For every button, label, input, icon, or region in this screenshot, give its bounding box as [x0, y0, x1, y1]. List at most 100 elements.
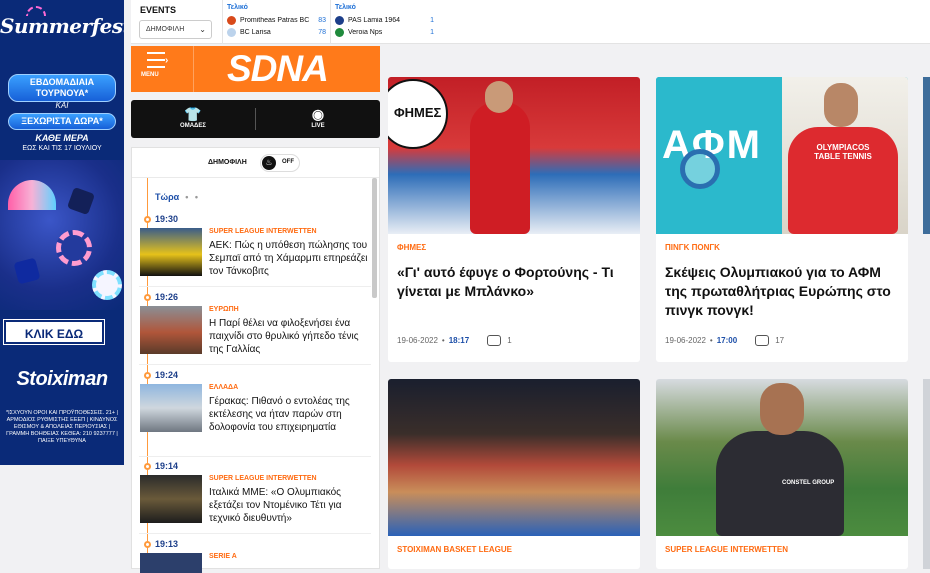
timeline-dot	[144, 294, 151, 301]
feed-item-headline: Ιταλικά ΜΜΕ: «Ο Ολυμπιακός εξετάζει τον …	[209, 487, 342, 524]
live-label: LIVE	[311, 123, 325, 129]
next-card-edge	[923, 77, 930, 234]
casino-chip-icon	[92, 270, 122, 300]
article-date: 19-06-2022	[397, 336, 438, 345]
feed-item-headline: Η Παρί θέλει να φιλοξενήσει ένα παιχνίδι…	[209, 318, 359, 355]
feed-item-category: ΕΥΡΩΠΗ	[209, 306, 239, 313]
away-team: BC Larisa	[240, 28, 271, 36]
comment-count: 1	[507, 336, 512, 345]
article-image: ΑΦΜ OLYMPIACOS TABLE TENNIS	[656, 77, 908, 234]
rumors-stamp: ΦΗΜΕΣ	[388, 79, 448, 149]
match-card[interactable]: Τελικό Promitheas Patras BC 83 BC Larisa 7…	[222, 0, 330, 44]
sdna-logo[interactable]: SDNA	[227, 48, 329, 90]
live-button[interactable]: ◉ LIVE	[256, 100, 380, 138]
magnifier-icon	[680, 149, 720, 189]
ad-badge-gifts: ΞΕΧΩΡΙΣΤΑ ΔΩΡΑ*	[8, 113, 116, 130]
match-status: Τελικό	[335, 4, 356, 11]
article-image: ΦΗΜΕΣ	[388, 77, 640, 234]
events-bar: EVENTS ΔΗΜΟΦΙΛΗ ⌄ Τελικό Promitheas Patr…	[131, 0, 930, 44]
home-score: 1	[430, 16, 434, 24]
now-label: Τώρα • •	[155, 192, 201, 202]
home-score: 83	[318, 16, 326, 24]
ad-until: ΕΩΣ ΚΑΙ ΤΙΣ 17 ΙΟΥΛΙΟΥ	[22, 145, 102, 152]
player-figure	[470, 102, 530, 234]
menu-button[interactable]: › MENU	[141, 52, 181, 78]
match-card[interactable]: Τελικό PAS Lamia 1964 1 Veroia Nps 1	[330, 0, 438, 44]
events-filter-select[interactable]: ΔΗΜΟΦΙΛΗ ⌄	[139, 20, 212, 39]
dice-icon	[13, 257, 41, 285]
feed-item-time: 19:26	[155, 292, 179, 302]
comment-count: 17	[775, 336, 785, 345]
timeline-dot	[144, 541, 151, 548]
teams-live-nav: 👕 ΟΜΑΔΕΣ ◉ LIVE	[131, 100, 380, 138]
article-meta: 19-06-2022 • 17:00 17	[665, 335, 785, 346]
article-time: 17:00	[716, 336, 738, 345]
feed-item-category: ΕΛΛΑΔΑ	[209, 384, 239, 391]
article-meta: 19-06-2022 • 18:17 1	[397, 335, 512, 346]
article-date: 19-06-2022	[665, 336, 706, 345]
article-headline: «Γι' αυτό έφυγε ο Φορτούνης - Τι γίνεται…	[397, 264, 614, 299]
article-headline: Σκέψεις Ολυμπιακού για το ΑΦΜ της πρωταθ…	[665, 264, 891, 318]
article-category: SUPER LEAGUE INTERWETTEN	[665, 545, 788, 554]
afm-graphic: ΑΦΜ	[656, 77, 782, 234]
teams-button[interactable]: 👕 ΟΜΑΔΕΣ	[131, 100, 255, 138]
feed-scrollbar[interactable]	[372, 178, 377, 298]
now-text: Τώρα	[155, 192, 180, 202]
popular-toggle[interactable]: ♨ OFF	[260, 154, 300, 172]
article-card[interactable]: ΑΦΜ OLYMPIACOS TABLE TENNIS ΠΙΝΓΚ ΠΟΝΓΚ …	[656, 77, 908, 362]
article-image	[388, 379, 640, 536]
feed-item-time: 19:30	[155, 214, 179, 224]
feed-item-category: SUPER LEAGUE INTERWETTEN	[209, 475, 317, 482]
team-logo-icon	[227, 15, 236, 25]
team-logo-icon	[335, 27, 344, 37]
article-category: ΠΙΝΓΚ ΠΟΝΓΚ	[665, 243, 720, 252]
article-category: ΦΗΜΕΣ	[397, 243, 427, 252]
ad-every-day: ΚΑΘΕ ΜΕΡΑ	[35, 133, 89, 143]
dice-icon	[66, 186, 96, 216]
article-card[interactable]: CONSTEL GROUP SUPER LEAGUE INTERWETTEN	[656, 379, 908, 569]
article-card[interactable]: STOIXIMAN BASKET LEAGUE	[388, 379, 640, 569]
article-category: STOIXIMAN BASKET LEAGUE	[397, 545, 512, 554]
comments-link[interactable]: 17	[755, 335, 784, 346]
feed-item-category: SUPER LEAGUE INTERWETTEN	[209, 228, 317, 235]
casino-chip-icon	[56, 230, 92, 266]
events-filter-value: ΔΗΜΟΦΙΛΗ	[146, 26, 185, 33]
timeline-dot	[144, 463, 151, 470]
events-label: EVENTS	[140, 5, 177, 15]
away-score: 78	[318, 28, 326, 36]
feed-item-time: 19:14	[155, 461, 179, 471]
feed-item-thumbnail	[140, 306, 202, 354]
timeline-dot	[144, 216, 151, 223]
feed-item-thumbnail	[140, 553, 202, 573]
article-card[interactable]: ΦΗΜΕΣ ΦΗΜΕΣ «Γι' αυτό έφυγε ο Φορτούνης …	[388, 77, 640, 362]
article-image: CONSTEL GROUP	[656, 379, 908, 536]
fire-icon: ♨	[262, 156, 276, 170]
ad-cta-button[interactable]: ΚΛΙΚ ΕΔΩ	[3, 319, 105, 345]
player-shirt: CONSTEL GROUP	[716, 431, 844, 536]
ad-fine-print: *ΙΣΧΥΟΥΝ ΟΡΟΙ ΚΑΙ ΠΡΟΫΠΟΘΕΣΕΙΣ. 21+ | ΑΡ…	[6, 410, 118, 444]
umbrella-icon	[8, 180, 56, 210]
ad-kai: ΚΑΙ	[55, 101, 69, 110]
player-shirt: OLYMPIACOS TABLE TENNIS	[788, 127, 898, 234]
timeline-dot	[144, 372, 151, 379]
stoiximan-ad-banner[interactable]: Summerfest ΕΒΔΟΜΑΔΙΑΙΑ ΤΟΥΡΝΟΥΑ* ΚΑΙ ΞΕΧ…	[0, 0, 124, 465]
home-team: Promitheas Patras BC	[240, 16, 310, 24]
hamburger-icon: ›	[147, 52, 169, 68]
chevron-down-icon: ⌄	[199, 25, 206, 34]
ad-brand-logo: Stoiximan	[16, 368, 108, 390]
home-team: PAS Lamia 1964	[348, 16, 401, 24]
ad-badge-tournaments: ΕΒΔΟΜΑΔΙΑΙΑ ΤΟΥΡΝΟΥΑ*	[8, 74, 116, 102]
match-status: Τελικό	[227, 4, 248, 11]
teams-label: ΟΜΑΔΕΣ	[180, 123, 206, 129]
jersey-icon: 👕	[184, 106, 202, 122]
feed-item-time: 19:13	[155, 539, 179, 549]
next-card-edge	[923, 379, 930, 569]
feed-filter-label: ΔΗΜΟΦΙΛΗ	[208, 159, 247, 166]
article-time: 18:17	[448, 336, 470, 345]
feed-item-headline: ΑΕΚ: Πώς η υπόθεση πώλησης του Σεμπαϊ απ…	[209, 240, 368, 277]
ad-illustration	[0, 160, 124, 310]
comment-icon	[755, 335, 770, 346]
live-dot-icon: ◉	[311, 106, 325, 122]
comments-link[interactable]: 1	[487, 335, 512, 346]
team-logo-icon	[227, 27, 236, 37]
